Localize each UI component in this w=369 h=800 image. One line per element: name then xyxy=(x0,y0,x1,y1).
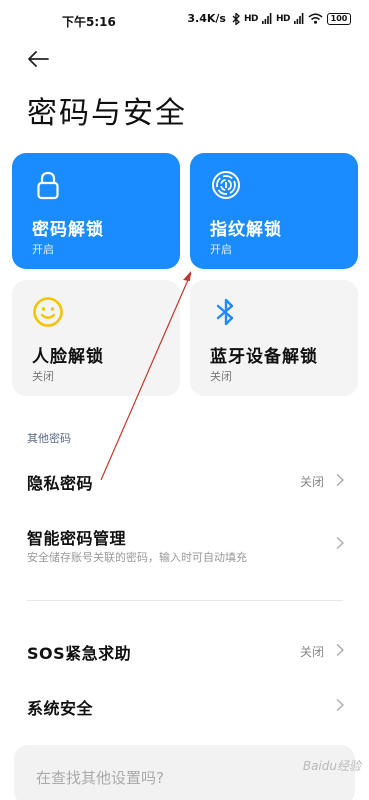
row-title: 隐私密码 xyxy=(27,474,94,493)
smiley-face-icon xyxy=(33,297,63,327)
divider xyxy=(27,600,343,601)
back-arrow-icon xyxy=(28,51,49,67)
row-subtitle: 安全储存账号关联的密码，输入时可自动填充 xyxy=(27,551,247,564)
password-unlock-card[interactable]: 密码解锁 开启 xyxy=(12,153,180,269)
network-speed: 3.4K/s xyxy=(187,12,226,25)
lock-icon xyxy=(37,171,59,200)
sos-emergency-row[interactable]: SOS紧急求助 关闭 xyxy=(0,628,369,672)
cell-signal-icon-2 xyxy=(294,13,304,24)
cell-signal-icon-1 xyxy=(261,13,272,24)
row-value: 关闭 xyxy=(299,475,324,489)
watermark-logo: Baidu经验 xyxy=(302,759,361,773)
fingerprint-unlock-card[interactable]: 指纹解锁 开启 xyxy=(190,153,358,269)
wifi-icon xyxy=(308,13,323,24)
status-bar: 下午5:16 3.4K/s HD HD 100 xyxy=(0,0,369,40)
page-title: 密码与安全 xyxy=(27,96,187,131)
row-title: 智能密码管理 xyxy=(27,529,127,548)
status-time: 下午5:16 xyxy=(62,15,116,29)
card-name: 密码解锁 xyxy=(32,220,104,240)
smart-password-management-row[interactable]: 智能密码管理 安全储存账号关联的密码，输入时可自动填充 xyxy=(0,515,369,571)
chevron-right-icon xyxy=(336,536,345,550)
signal-icon-2: HD xyxy=(275,13,291,24)
card-name: 指纹解锁 xyxy=(210,220,282,240)
card-name: 人脸解锁 xyxy=(32,347,104,367)
card-state: 开启 xyxy=(210,243,232,256)
section-label-other-passwords: 其他密码 xyxy=(27,432,71,445)
bluetooth-status-icon xyxy=(232,12,240,25)
card-state: 关闭 xyxy=(32,370,54,383)
chevron-right-icon xyxy=(336,643,345,657)
face-unlock-card[interactable]: 人脸解锁 关闭 xyxy=(12,280,180,396)
signal-icon-1: HD xyxy=(243,13,259,24)
card-name: 蓝牙设备解锁 xyxy=(210,347,318,367)
search-placeholder: 在查找其他设置吗? xyxy=(36,769,164,787)
battery-icon: 100 xyxy=(327,12,351,25)
bluetooth-unlock-card[interactable]: 蓝牙设备解锁 关闭 xyxy=(190,280,358,396)
chevron-right-icon xyxy=(336,698,345,712)
status-icons: 3.4K/s HD HD 100 xyxy=(187,12,351,25)
chevron-right-icon xyxy=(336,473,345,487)
bluetooth-icon xyxy=(216,298,234,326)
card-state: 关闭 xyxy=(210,370,232,383)
system-security-row[interactable]: 系统安全 xyxy=(0,683,369,727)
back-button[interactable] xyxy=(24,45,54,73)
row-title: 系统安全 xyxy=(27,699,94,718)
row-value: 关闭 xyxy=(299,645,324,659)
row-title: SOS紧急求助 xyxy=(27,644,132,663)
privacy-password-row[interactable]: 隐私密码 关闭 xyxy=(0,458,369,502)
fingerprint-icon xyxy=(212,171,240,199)
card-state: 开启 xyxy=(32,243,54,256)
